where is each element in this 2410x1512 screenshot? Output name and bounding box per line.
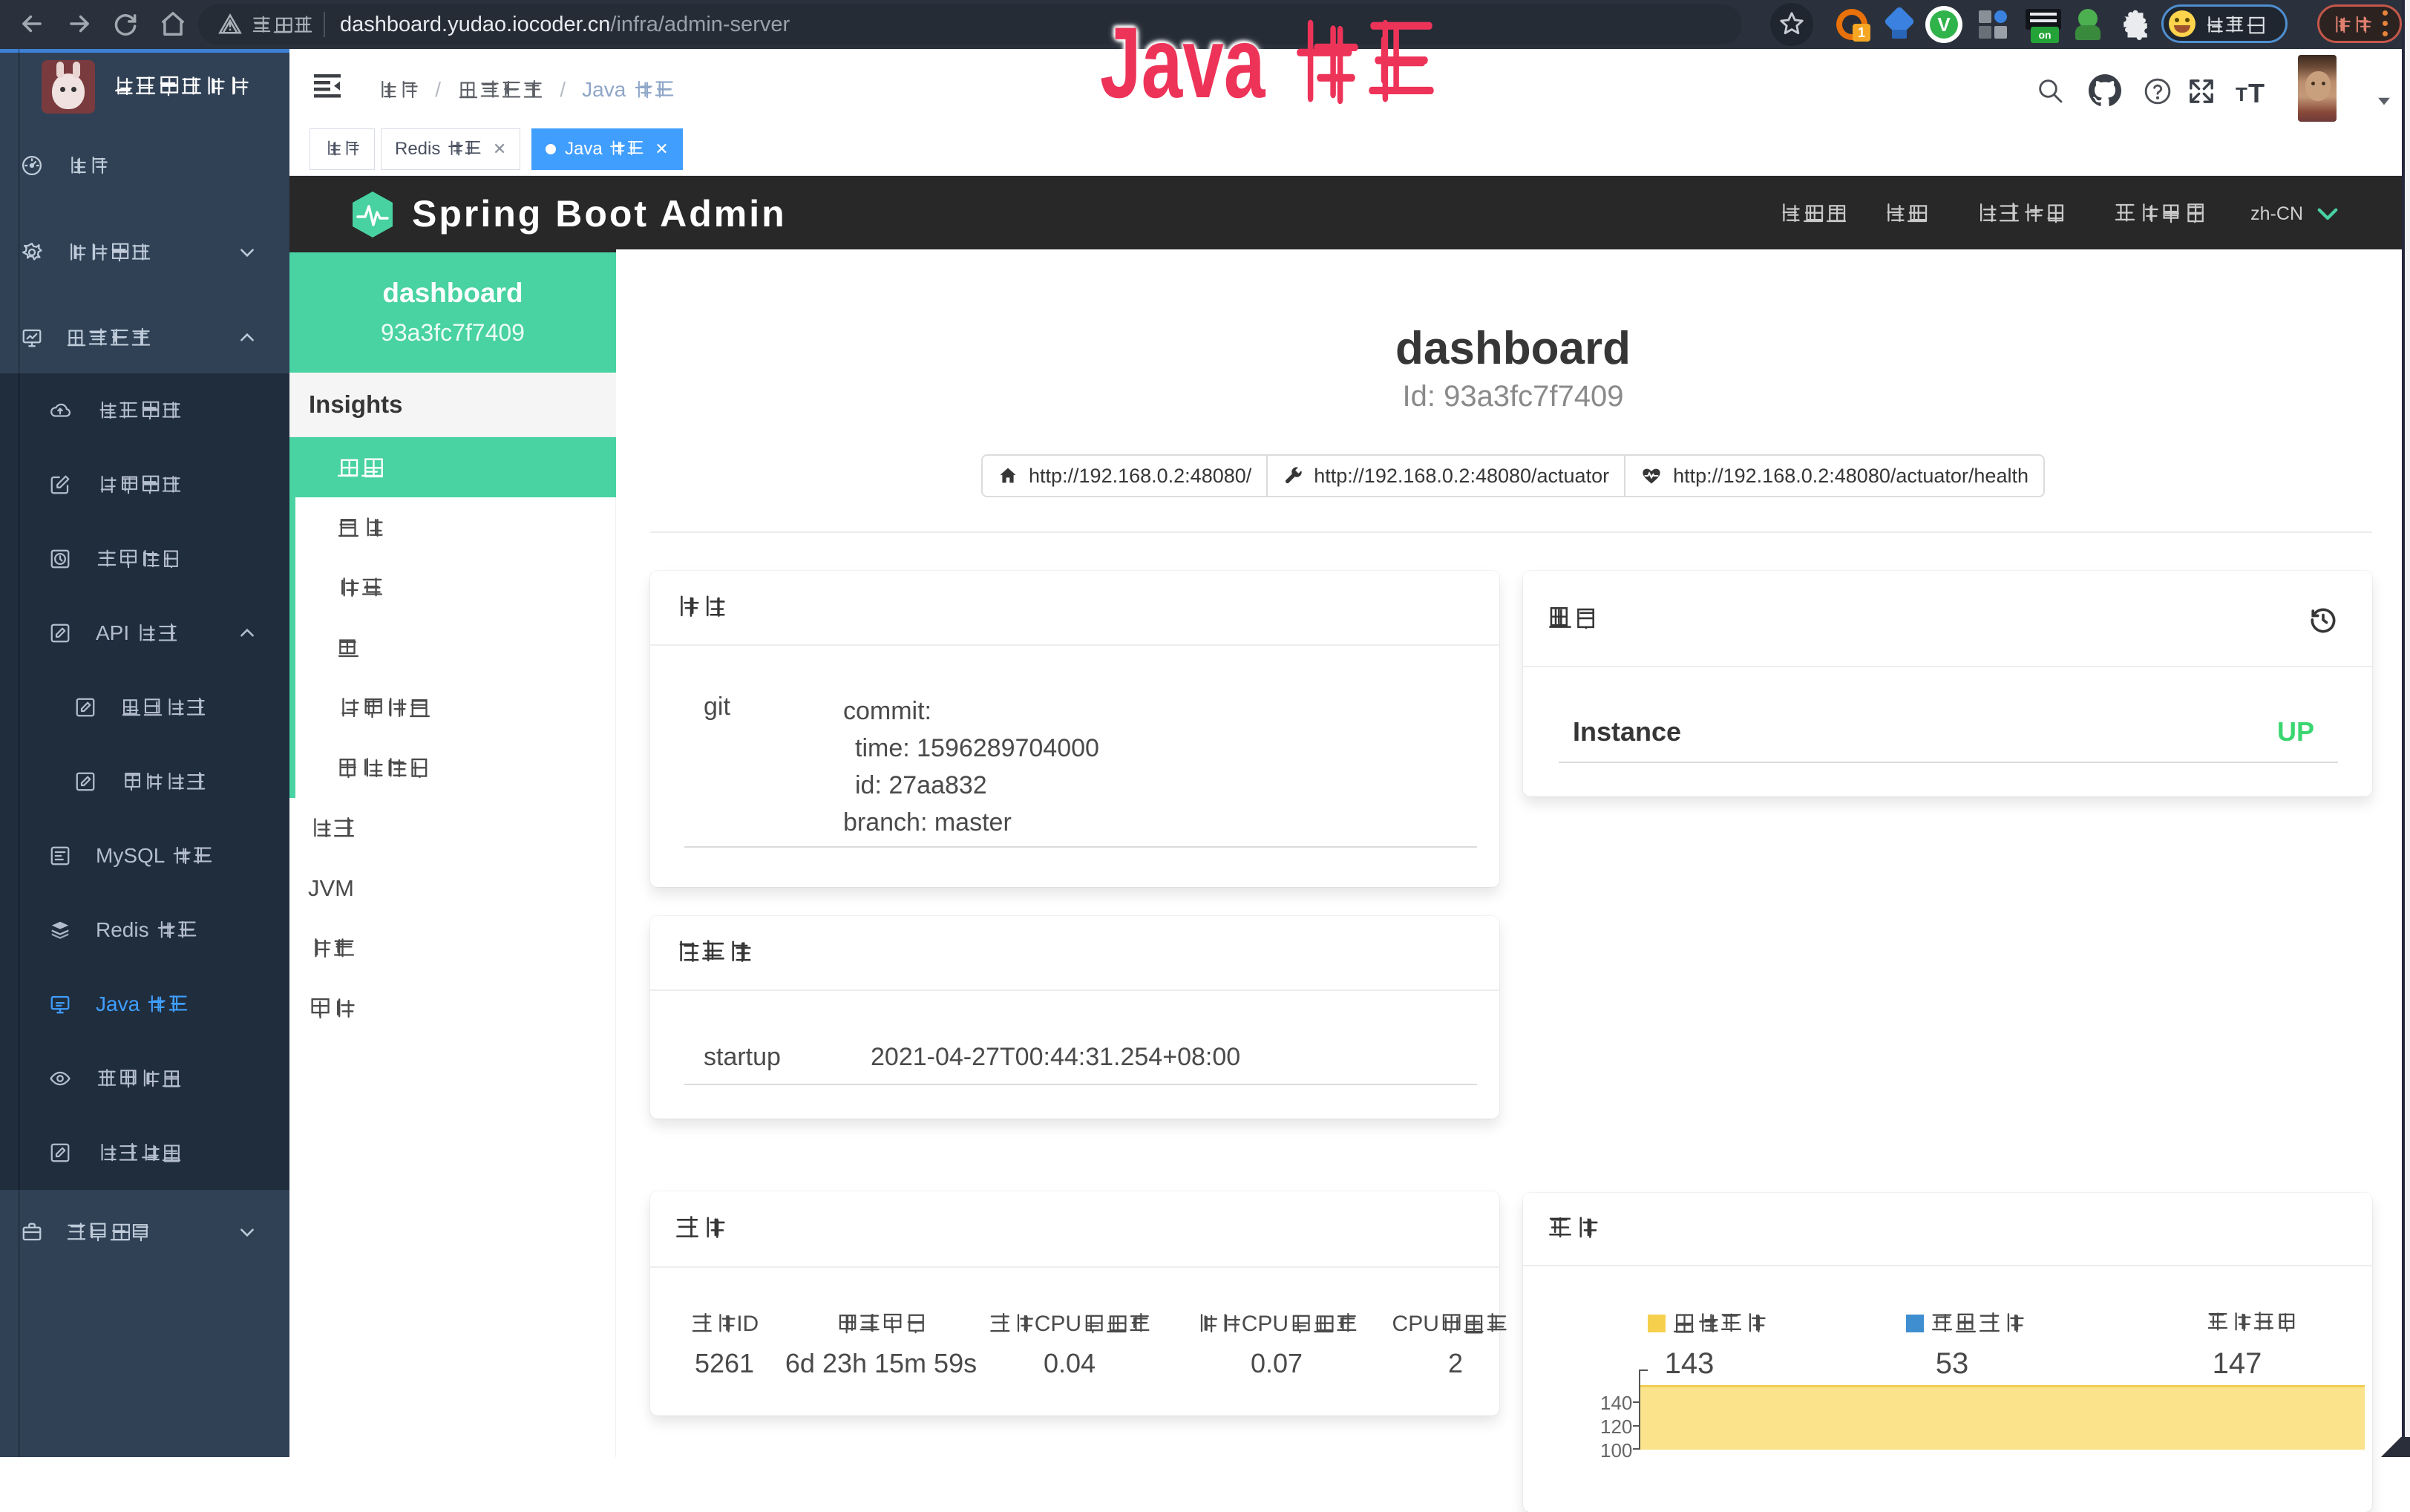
- svg-text:T: T: [2236, 83, 2247, 105]
- svg-text:T: T: [2248, 79, 2265, 105]
